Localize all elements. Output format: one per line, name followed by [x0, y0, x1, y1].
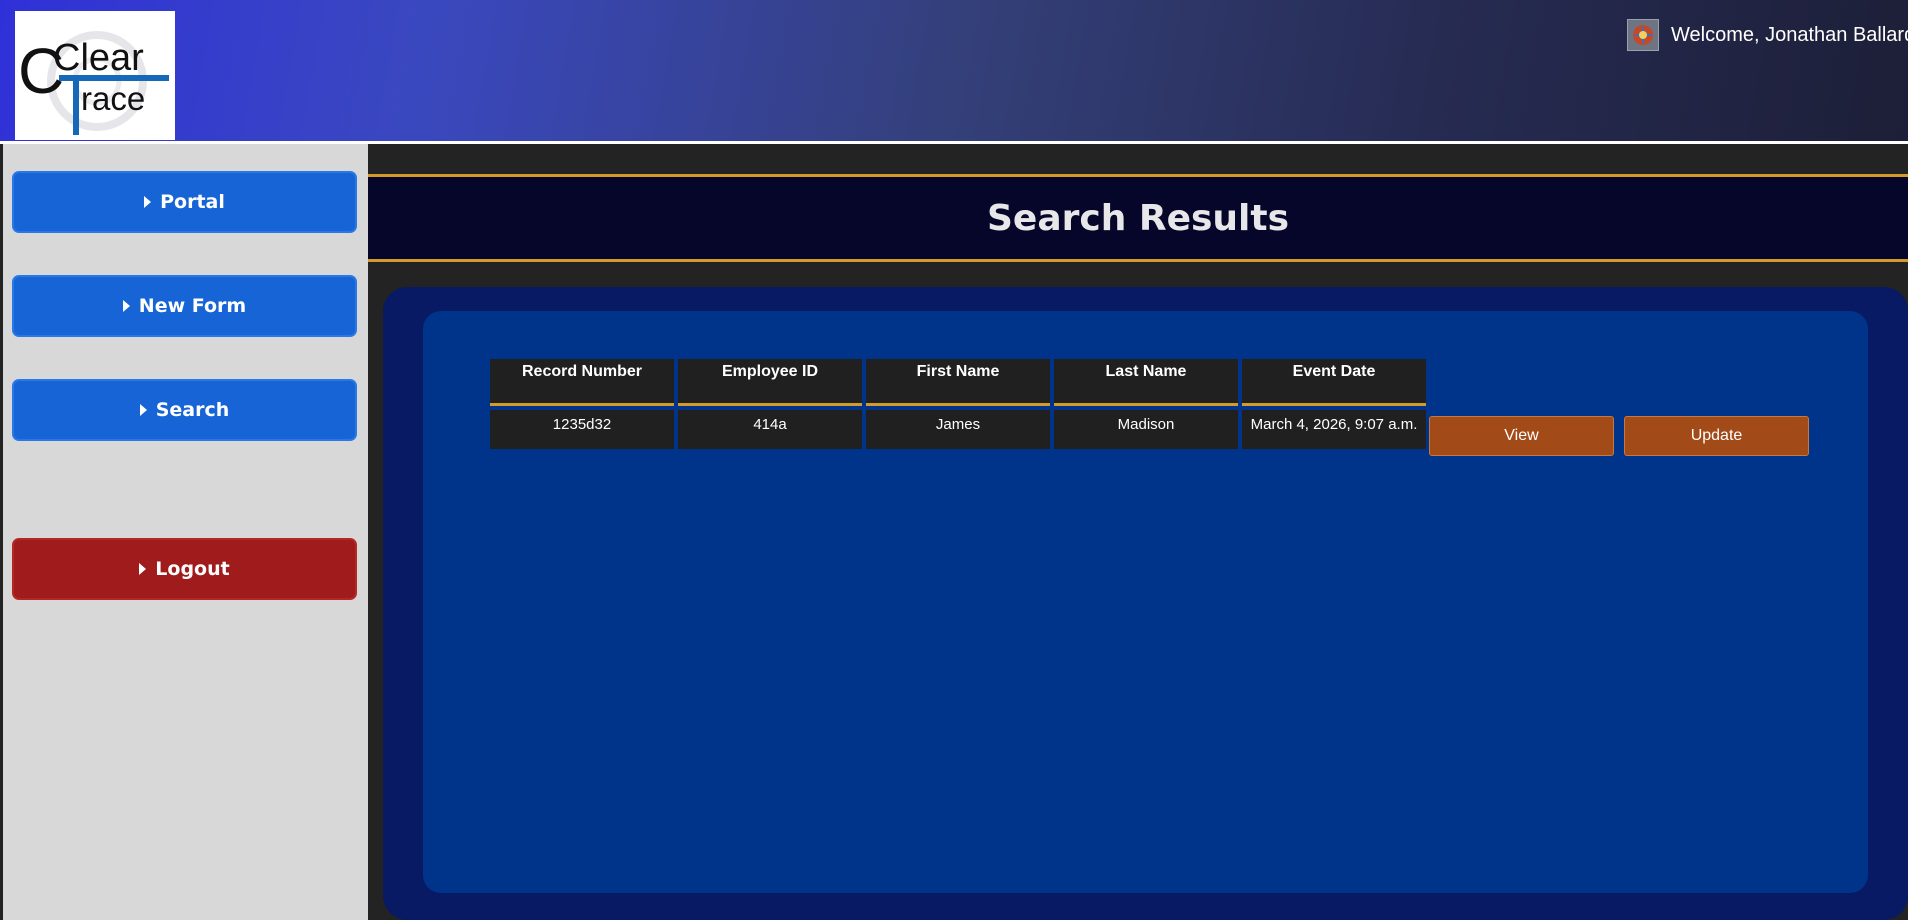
cell-last-name: Madison — [1054, 406, 1238, 449]
caret-right-icon — [139, 563, 147, 575]
cell-event-date: March 4, 2026, 9:07 a.m. — [1242, 406, 1426, 449]
column-header-employee-id: Employee ID — [678, 359, 862, 406]
view-button[interactable]: View — [1429, 416, 1614, 456]
logout-button-label: Logout — [155, 558, 230, 580]
search-results-table: Record Number Employee ID First Name Las… — [486, 359, 1430, 449]
update-button[interactable]: Update — [1624, 416, 1809, 456]
firefighter-badge-icon[interactable] — [1627, 19, 1659, 51]
portal-button-label: Portal — [160, 191, 225, 213]
welcome-text: Welcome, Jonathan Ballard — [1671, 23, 1908, 46]
new-form-button-label: New Form — [138, 295, 247, 317]
results-outer-panel: Record Number Employee ID First Name Las… — [383, 287, 1908, 920]
cleartrace-logo[interactable]: C Clear race — [15, 11, 175, 140]
page-title: Search Results — [986, 197, 1290, 239]
table-row: 1235d32 414a James Madison March 4, 2026… — [490, 406, 1426, 449]
table-header-row: Record Number Employee ID First Name Las… — [490, 359, 1426, 406]
app-header: C Clear race Welcome, Jonathan Ballard — [0, 0, 1908, 144]
search-button-label: Search — [155, 399, 230, 421]
caret-right-icon — [144, 196, 152, 208]
main-content: Search Results Record Number Employee ID… — [368, 144, 1908, 920]
logo-text-bottom: race — [81, 80, 145, 117]
column-header-last-name: Last Name — [1054, 359, 1238, 406]
user-greeting: Welcome, Jonathan Ballard — [1627, 19, 1908, 51]
page-title-bar: Search Results — [368, 174, 1908, 262]
caret-right-icon — [139, 404, 147, 416]
column-header-event-date: Event Date — [1242, 359, 1426, 406]
logout-button[interactable]: Logout — [12, 538, 357, 600]
cell-employee-id: 414a — [678, 406, 862, 449]
caret-right-icon — [122, 300, 130, 312]
sidebar: Portal New Form Search Logout — [3, 144, 368, 920]
search-button[interactable]: Search — [12, 379, 357, 441]
results-panel: Record Number Employee ID First Name Las… — [423, 311, 1868, 893]
cell-first-name: James — [866, 406, 1050, 449]
cell-record-number: 1235d32 — [490, 406, 674, 449]
column-header-first-name: First Name — [866, 359, 1050, 406]
portal-button[interactable]: Portal — [12, 171, 357, 233]
new-form-button[interactable]: New Form — [12, 275, 357, 337]
logo-text-top: Clear — [53, 37, 144, 79]
column-header-record-number: Record Number — [490, 359, 674, 406]
